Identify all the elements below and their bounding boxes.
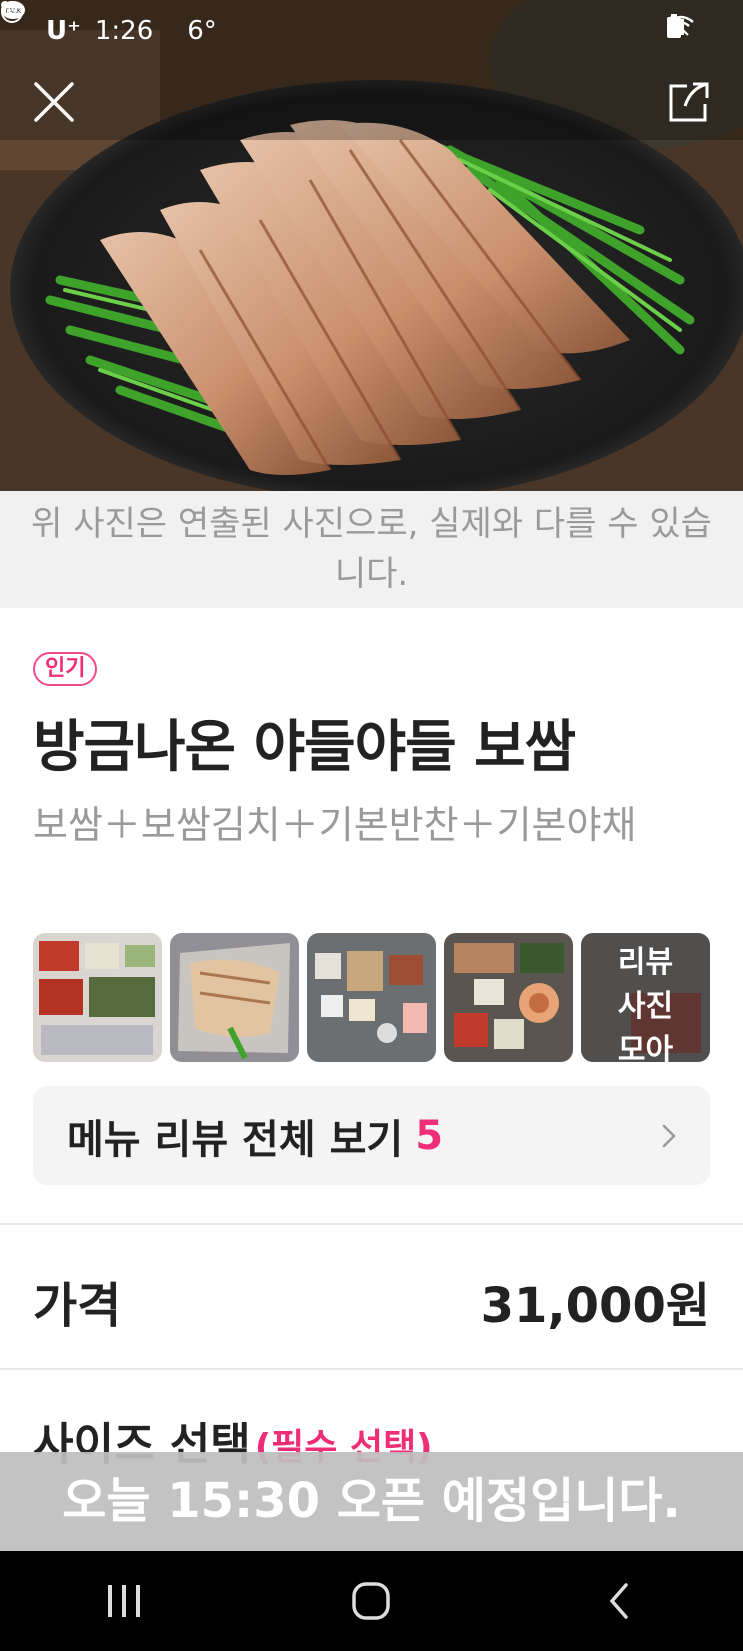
share-icon [669, 82, 709, 122]
section-divider [0, 1368, 743, 1370]
menu-title: 방금나온 야들야들 보쌈 [33, 715, 576, 780]
price-value: 31,000원 [480, 1278, 710, 1334]
popular-badge: 인기 [33, 652, 98, 686]
price-row: 가격 31,000원 [33, 1266, 710, 1336]
chevron-right-icon [662, 1124, 676, 1148]
review-photo-strip: 리뷰 사진 모아보기 [33, 933, 710, 1062]
view-all-reviews-label: 메뉴 리뷰 전체 보기 [67, 1116, 404, 1163]
temperature-label: 6° [187, 16, 217, 46]
review-photo[interactable] [444, 933, 573, 1062]
section-divider [0, 1223, 743, 1225]
system-nav-bar [0, 1551, 743, 1651]
back-button[interactable] [579, 1571, 659, 1631]
back-icon [609, 1583, 628, 1619]
status-bar: U⁺ 1:26 TALK b 6° [0, 0, 743, 62]
close-icon [34, 82, 74, 122]
home-button[interactable] [331, 1571, 411, 1631]
carrier-label: U⁺ [46, 16, 81, 46]
review-photo[interactable] [33, 933, 162, 1062]
photo-disclaimer: 위 사진은 연출된 사진으로, 실제와 다를 수 있습니다. [0, 491, 743, 608]
review-photos-more-button[interactable]: 리뷰 사진 모아보기 [581, 933, 710, 1062]
review-photo[interactable] [170, 933, 299, 1062]
view-all-reviews-button[interactable]: 메뉴 리뷰 전체 보기 5 [33, 1086, 710, 1185]
close-button[interactable] [28, 76, 80, 128]
review-photo[interactable] [307, 933, 436, 1062]
share-button[interactable] [665, 78, 713, 126]
menu-hero-image: U⁺ 1:26 TALK b 6° [0, 0, 743, 491]
opening-time-toast: 오늘 15:30 오픈 예정입니다. [0, 1452, 743, 1551]
home-icon [352, 1582, 391, 1620]
menu-description: 보쌈＋보쌈김치＋기본반찬＋기본야채 [33, 803, 637, 847]
recent-apps-button[interactable] [84, 1571, 164, 1631]
recent-apps-icon [107, 1585, 140, 1617]
price-label: 가격 [33, 1278, 122, 1334]
review-count: 5 [415, 1112, 444, 1159]
clock: 1:26 [94, 16, 154, 46]
review-photos-more-label: 리뷰 사진 모아보기 [617, 945, 674, 1062]
